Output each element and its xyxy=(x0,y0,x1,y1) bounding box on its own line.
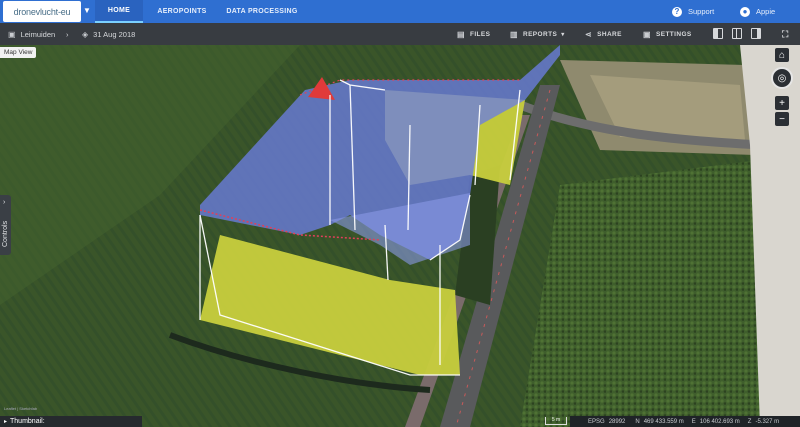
chevron-right-icon: › xyxy=(3,199,6,206)
brand-logo[interactable]: dronevlucht-eu xyxy=(3,1,81,22)
breadcrumb-survey-date[interactable]: ◈ 31 Aug 2018 xyxy=(82,23,135,45)
split-view-icon[interactable] xyxy=(732,28,742,39)
layers-icon: ◈ xyxy=(82,29,89,39)
breadcrumb-separator-chevron-icon: › xyxy=(66,29,69,39)
top-navigation-bar: dronevlucht-eu ▼ HOME AEROPOINTS DATA PR… xyxy=(0,0,800,23)
coordinate-readout: EPSG 28992 N 469 433.559 m E 106 402.693… xyxy=(570,416,800,427)
settings-label: SETTINGS xyxy=(655,30,692,38)
northing-label: N xyxy=(635,418,640,425)
logo-dropdown-caret-icon[interactable]: ▼ xyxy=(83,6,91,15)
zoom-in-button[interactable]: + xyxy=(775,96,789,110)
controls-label: Controls xyxy=(2,220,9,247)
map-3d-view[interactable] xyxy=(0,45,800,427)
crs-label: EPSG xyxy=(588,418,605,425)
map-attribution[interactable]: Leaflet | Sketchfab xyxy=(4,406,37,411)
tab-aeropoints[interactable]: AEROPOINTS xyxy=(150,0,214,23)
user-avatar-icon: ● xyxy=(740,6,750,17)
support-link[interactable]: ? Support xyxy=(672,0,714,23)
breadcrumb-project[interactable]: ▣ Leimuiden xyxy=(8,23,55,45)
northing-value: 469 433.559 m xyxy=(643,418,684,425)
single-panel-view-icon[interactable] xyxy=(713,28,723,39)
compass-icon[interactable]: ◎ xyxy=(771,67,793,89)
home-icon[interactable]: ⌂ xyxy=(775,48,789,62)
support-label: Support xyxy=(688,7,715,16)
map-scene xyxy=(0,45,800,427)
thumbnail-panel[interactable]: ▸ Thumbnail: xyxy=(0,416,142,427)
map-view-label: Map View xyxy=(0,47,37,58)
scale-bar: 5 m xyxy=(545,417,567,425)
settings-button[interactable]: ▣ SETTINGS xyxy=(643,23,692,45)
z-value: -5.327 m xyxy=(755,418,780,425)
fullscreen-icon[interactable]: ⛶ xyxy=(782,23,789,45)
side-panel-view-icon[interactable] xyxy=(751,28,761,39)
reports-button[interactable]: ▥ REPORTS ▾ xyxy=(510,23,565,45)
controls-panel-toggle[interactable]: › Controls xyxy=(0,195,11,255)
easting-label: E xyxy=(691,418,696,425)
reports-label: REPORTS xyxy=(522,30,558,38)
project-name: Leimuiden xyxy=(20,29,56,39)
logo-text: dronevlucht-eu xyxy=(13,6,71,17)
map-home-control: ⌂ xyxy=(775,48,793,64)
help-icon: ? xyxy=(672,6,682,17)
user-menu[interactable]: ● Appie xyxy=(740,0,775,23)
share-icon: ⋖ xyxy=(585,29,593,39)
files-button[interactable]: ▤ FILES xyxy=(457,23,490,45)
survey-date: 31 Aug 2018 xyxy=(93,29,136,39)
crs-code: 28992 xyxy=(608,418,626,425)
reports-dropdown-chevron-icon: ▾ xyxy=(561,31,565,38)
thumbnail-label: Thumbnail: xyxy=(10,418,45,425)
reports-icon: ▥ xyxy=(510,29,518,39)
user-name: Appie xyxy=(756,7,776,16)
project-toolbar: ▣ Leimuiden › ◈ 31 Aug 2018 ▤ FILES ▥ RE… xyxy=(0,23,800,45)
zoom-controls: + − xyxy=(775,96,789,128)
share-button[interactable]: ⋖ SHARE xyxy=(585,23,622,45)
files-icon: ▤ xyxy=(457,29,465,39)
thumbnail-expand-icon: ▸ xyxy=(4,419,8,425)
project-icon: ▣ xyxy=(8,29,16,39)
zoom-out-button[interactable]: − xyxy=(775,112,789,126)
files-label: FILES xyxy=(469,30,491,38)
tab-home[interactable]: HOME xyxy=(95,0,143,23)
easting-value: 106 402.693 m xyxy=(699,418,740,425)
tab-data-processing[interactable]: DATA PROCESSING xyxy=(222,0,302,23)
z-label: Z xyxy=(747,418,752,425)
settings-icon: ▣ xyxy=(643,29,651,39)
share-label: SHARE xyxy=(597,30,622,38)
